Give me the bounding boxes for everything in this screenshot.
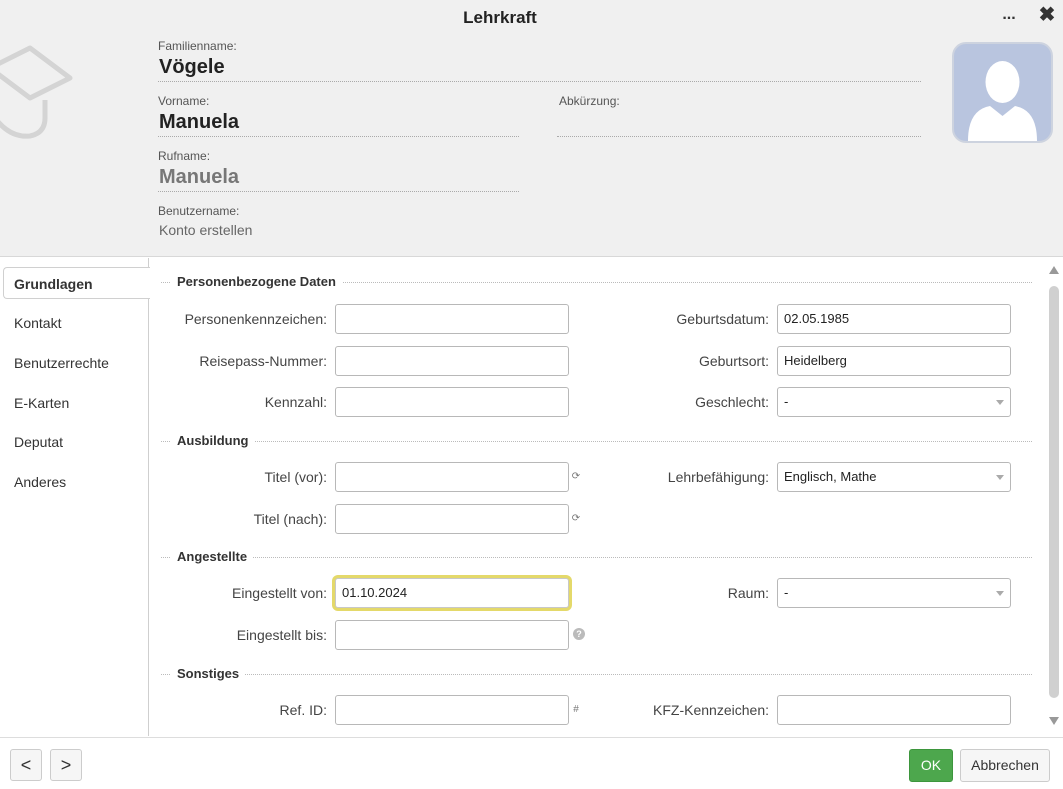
reisepass-nummer-input[interactable]	[335, 346, 569, 376]
form-content: Personenbezogene Daten Personenkennzeich…	[150, 258, 1045, 736]
eingestellt-von-label: Eingestellt von:	[232, 585, 327, 601]
lehrbefaehigung-select[interactable]: Englisch, Mathe	[777, 462, 1011, 492]
rufname-field[interactable]: Rufname: Manuela	[158, 149, 519, 192]
content-scrollbar[interactable]	[1045, 262, 1063, 732]
lehrbefaehigung-value: Englisch, Mathe	[784, 469, 877, 484]
eingestellt-von-input[interactable]: 01.10.2024	[335, 578, 569, 608]
familienname-label: Familienname:	[158, 39, 237, 53]
ref-id-label: Ref. ID:	[279, 702, 327, 718]
geschlecht-label: Geschlecht:	[695, 394, 769, 410]
familienname-field[interactable]: Familienname: Vögele	[158, 39, 921, 82]
scroll-up-icon[interactable]	[1049, 266, 1059, 274]
section-title: Sonstiges	[171, 666, 246, 681]
vorname-label: Vorname:	[158, 94, 210, 108]
lehrbefaehigung-label: Lehrbefähigung:	[667, 469, 769, 485]
personenkennzeichen-input[interactable]	[335, 304, 569, 334]
sidebar-item-e-karten[interactable]: E-Karten	[0, 387, 148, 419]
more-options-icon[interactable]: ...	[999, 6, 1019, 26]
user-silhouette-icon	[968, 61, 1037, 141]
previous-button[interactable]: <	[10, 749, 42, 781]
section-sonstiges: Sonstiges	[161, 664, 1032, 684]
section-personenbezogene-daten: Personenbezogene Daten	[161, 272, 1032, 292]
cancel-button[interactable]: Abbrechen	[960, 749, 1050, 782]
avatar[interactable]	[952, 42, 1053, 143]
geburtsort-input[interactable]: Heidelberg	[777, 346, 1011, 376]
kennzahl-input[interactable]	[335, 387, 569, 417]
titel-vor-input[interactable]	[335, 462, 569, 492]
section-angestellte: Angestellte	[161, 547, 1032, 567]
titel-nach-input[interactable]	[335, 504, 569, 534]
sidebar-item-grundlagen[interactable]: Grundlagen	[3, 267, 150, 299]
scroll-down-icon[interactable]	[1049, 717, 1059, 725]
dialog-footer: < > OK Abbrechen	[0, 737, 1063, 789]
raum-value: -	[784, 585, 789, 600]
geburtsdatum-label: Geburtsdatum:	[676, 311, 769, 327]
next-button[interactable]: >	[50, 749, 82, 781]
vorname-value[interactable]: Manuela	[158, 108, 519, 137]
help-icon[interactable]: ?	[573, 628, 585, 640]
section-title: Angestellte	[171, 549, 254, 564]
konto-erstellen-link[interactable]: Konto erstellen	[158, 222, 519, 238]
familienname-value[interactable]: Vögele	[158, 53, 921, 82]
kennzahl-label: Kennzahl:	[264, 394, 327, 410]
sidebar-item-kontakt[interactable]: Kontakt	[0, 307, 148, 339]
ref-id-input[interactable]	[335, 695, 569, 725]
geschlecht-select[interactable]: -	[777, 387, 1011, 417]
kfz-kennzeichen-label: KFZ-Kennzeichen:	[653, 702, 769, 718]
rufname-label: Rufname:	[158, 149, 211, 163]
titel-vor-label: Titel (vor):	[264, 469, 327, 485]
hash-icon[interactable]: #	[570, 704, 582, 716]
section-title: Personenbezogene Daten	[171, 274, 342, 289]
graduation-cap-icon	[0, 45, 73, 139]
refresh-icon[interactable]: ⟳	[570, 471, 582, 483]
sidebar-nav: Grundlagen Kontakt Benutzerrechte E-Kart…	[0, 258, 150, 736]
sidebar-item-deputat[interactable]: Deputat	[0, 426, 148, 458]
refresh-icon[interactable]: ⟳	[570, 513, 582, 525]
benutzername-label: Benutzername:	[158, 204, 240, 218]
raum-select[interactable]: -	[777, 578, 1011, 608]
eingestellt-bis-input[interactable]	[335, 620, 569, 650]
vorname-field[interactable]: Vorname: Manuela	[158, 94, 519, 137]
close-icon[interactable]: ✖	[1036, 4, 1058, 26]
geburtsdatum-input[interactable]: 02.05.1985	[777, 304, 1011, 334]
section-title: Ausbildung	[171, 433, 255, 448]
dialog-header: Lehrkraft ... ✖ Familienname: Vögele Vor…	[0, 0, 1063, 257]
sidebar-item-anderes[interactable]: Anderes	[0, 466, 148, 498]
raum-label: Raum:	[727, 585, 769, 601]
abkuerzung-label: Abkürzung:	[559, 94, 620, 108]
abkuerzung-field[interactable]: Abkürzung:	[557, 94, 921, 137]
rufname-value[interactable]: Manuela	[158, 163, 519, 192]
personenkennzeichen-label: Personenkennzeichen:	[184, 311, 327, 327]
kfz-kennzeichen-input[interactable]	[777, 695, 1011, 725]
ok-button[interactable]: OK	[909, 749, 953, 782]
sidebar-item-benutzerrechte[interactable]: Benutzerrechte	[0, 347, 148, 379]
dialog-title: Lehrkraft	[463, 8, 537, 27]
benutzername-field: Benutzername: Konto erstellen	[158, 204, 519, 238]
abkuerzung-value[interactable]	[557, 108, 921, 137]
scrollbar-thumb[interactable]	[1049, 286, 1059, 698]
eingestellt-bis-label: Eingestellt bis:	[236, 627, 327, 643]
reisepass-nummer-label: Reisepass-Nummer:	[199, 353, 327, 369]
section-ausbildung: Ausbildung	[161, 431, 1032, 451]
geschlecht-value: -	[784, 394, 789, 409]
titel-nach-label: Titel (nach):	[253, 511, 327, 527]
geburtsort-label: Geburtsort:	[698, 353, 769, 369]
